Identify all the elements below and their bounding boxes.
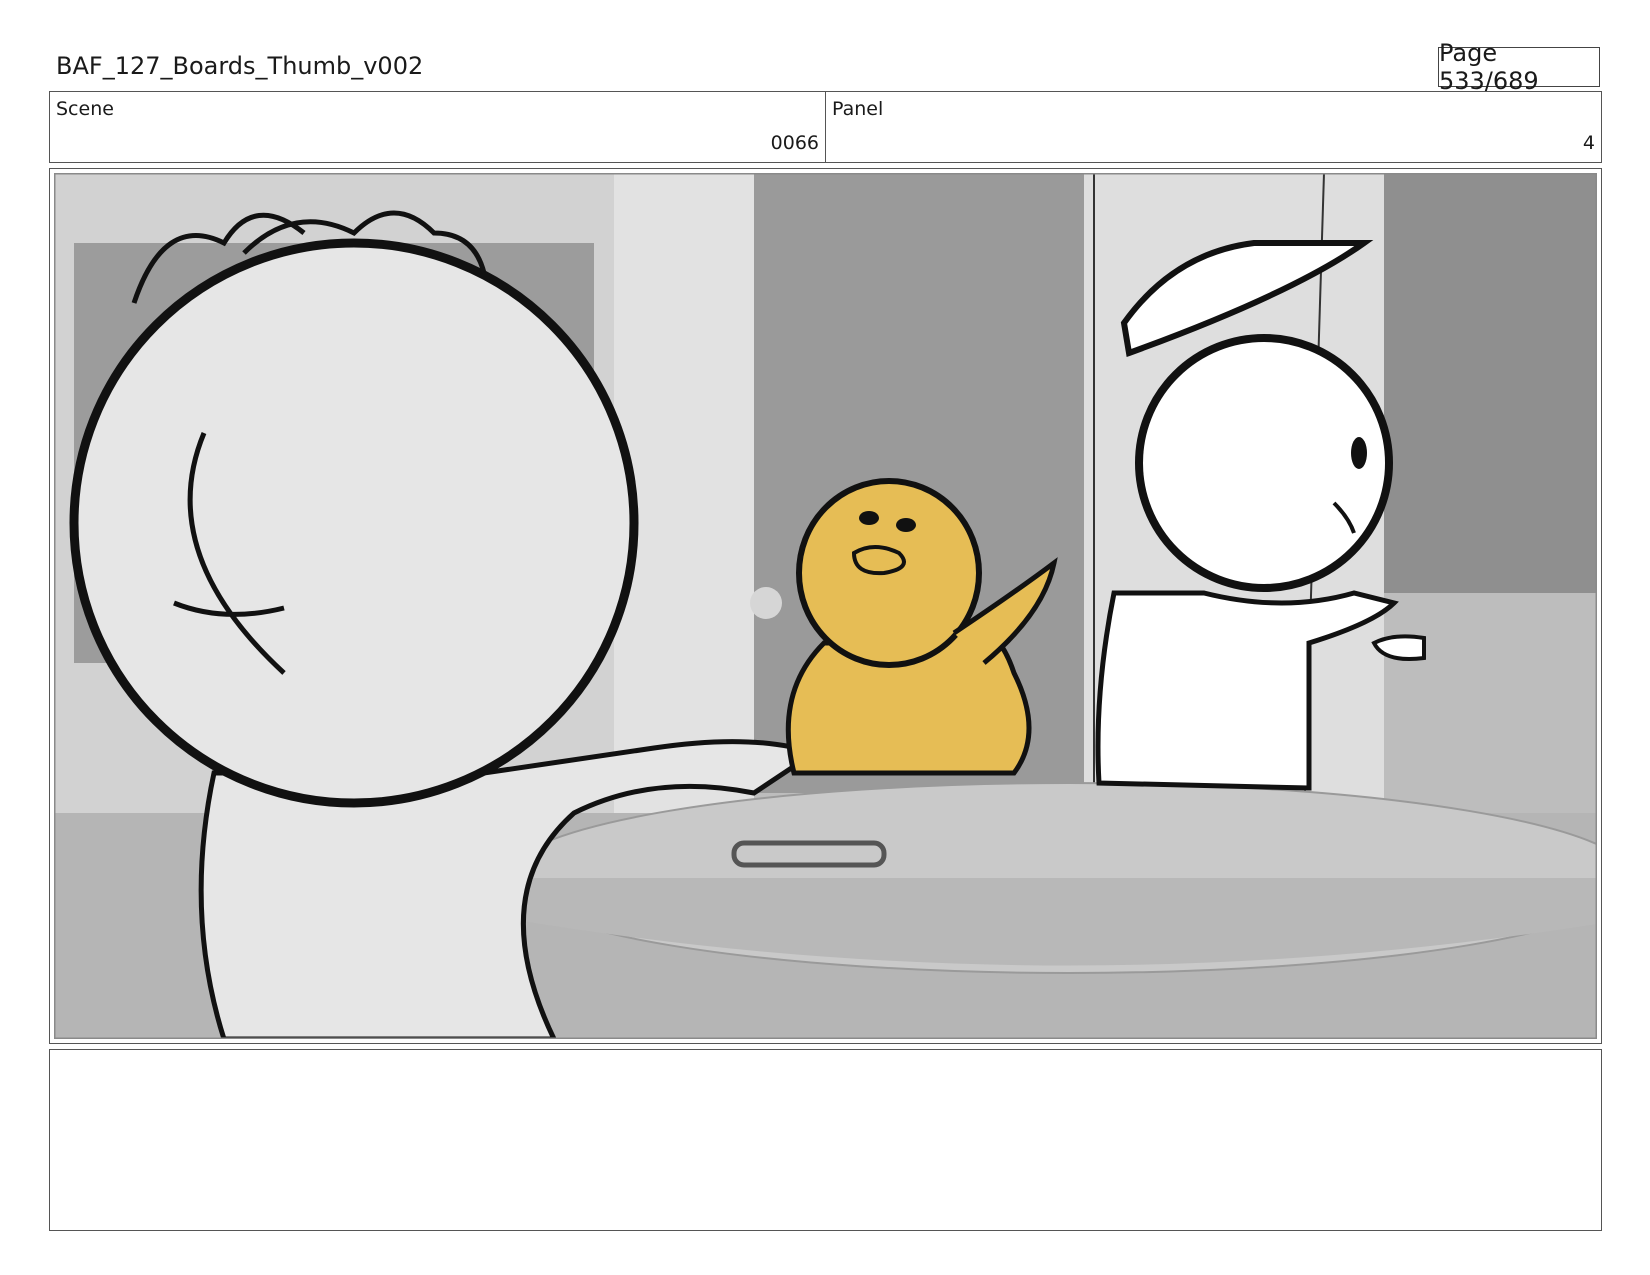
scene-label: Scene <box>56 98 114 120</box>
notes-box <box>49 1049 1602 1231</box>
scene-cell: Scene 0066 <box>50 92 825 162</box>
panel-value: 4 <box>1582 132 1595 154</box>
panel-label: Panel <box>832 98 884 120</box>
page-indicator: Page 533/689 <box>1438 39 1600 95</box>
window-right <box>1384 173 1597 593</box>
scene-panel-info-row: Scene 0066 Panel 4 <box>49 91 1602 163</box>
storyboard-frame <box>49 168 1602 1044</box>
storyboard-panel-image <box>54 173 1597 1039</box>
door-knob-icon <box>750 587 782 619</box>
panel-cell: Panel 4 <box>825 92 1601 162</box>
document-title: BAF_127_Boards_Thumb_v002 <box>56 52 424 80</box>
scene-value: 0066 <box>770 132 819 154</box>
